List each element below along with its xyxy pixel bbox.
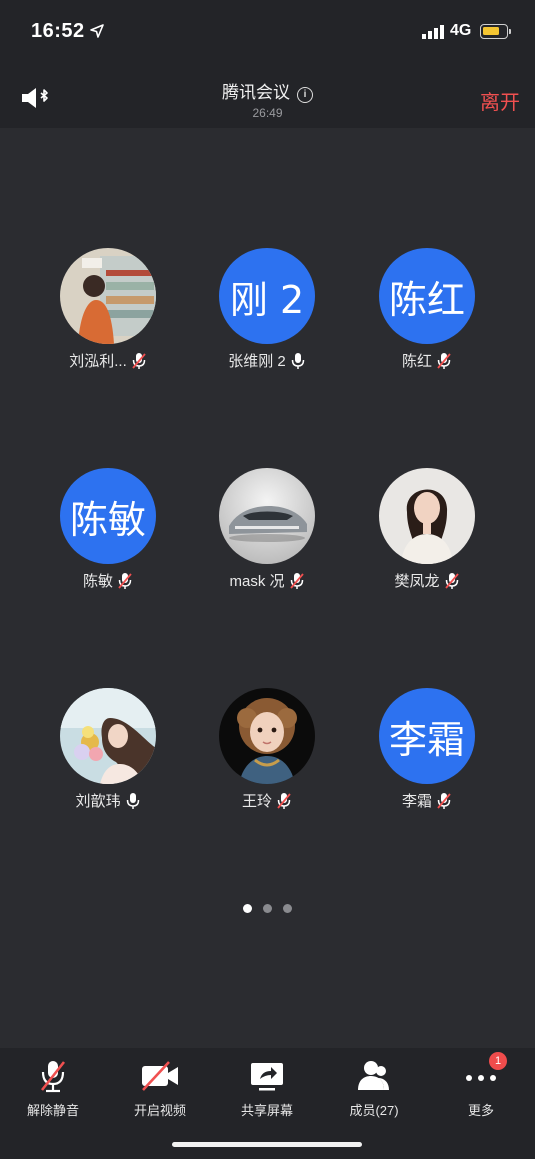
- participant-tile[interactable]: 陈红 陈红: [347, 248, 507, 371]
- avatar: [219, 468, 315, 564]
- start-video-label: 开启视频: [133, 1103, 186, 1118]
- share-screen-button[interactable]: 共享屏幕: [217, 1058, 317, 1119]
- participant-name: 陈敏: [82, 573, 113, 590]
- participant-name: 李霜: [401, 793, 432, 810]
- avatar: [60, 248, 156, 344]
- mic-muted-icon: [118, 572, 132, 589]
- participant-name: 张维刚 2: [228, 353, 286, 370]
- members-label: 成员(27): [349, 1103, 399, 1118]
- avatar: [60, 688, 156, 784]
- participant-tile[interactable]: 樊凤龙: [347, 468, 507, 591]
- mic-muted-icon: [437, 352, 451, 369]
- video-off-icon: [142, 1061, 178, 1091]
- more-button[interactable]: 1 更多: [431, 1052, 531, 1119]
- participant-tile[interactable]: 刚 2 张维刚 2: [187, 248, 347, 371]
- share-screen-icon: [251, 1063, 283, 1091]
- participant-name: 陈红: [401, 353, 432, 370]
- participant-tile[interactable]: 李霜 李霜: [347, 688, 507, 811]
- mic-icon: [291, 352, 304, 369]
- unmute-label: 解除静音: [26, 1103, 79, 1118]
- participant-name: 刘歆玮: [75, 793, 121, 810]
- avatar: 李霜: [379, 688, 475, 784]
- participant-tile[interactable]: 刘歆玮: [28, 688, 188, 811]
- start-video-button[interactable]: 开启视频: [110, 1058, 210, 1119]
- home-indicator[interactable]: [172, 1142, 362, 1147]
- meeting-title: 腾讯会议: [222, 83, 290, 102]
- participant-tile[interactable]: 王玲: [187, 688, 347, 811]
- participant-tile[interactable]: 陈敏 陈敏: [28, 468, 188, 591]
- avatar: 陈敏: [60, 468, 156, 564]
- participant-name: mask 况: [229, 573, 285, 590]
- page-dot-3[interactable]: [283, 904, 292, 913]
- page-indicator[interactable]: [0, 904, 535, 913]
- participant-name: 刘泓利...: [69, 353, 127, 370]
- mic-icon: [126, 792, 139, 809]
- mic-muted-icon: [277, 792, 291, 809]
- network-type: 4G: [450, 22, 472, 39]
- avatar: 刚 2: [219, 248, 315, 344]
- participant-name: 王玲: [241, 793, 272, 810]
- avatar: 陈红: [379, 248, 475, 344]
- signal-icon: [422, 25, 444, 39]
- share-screen-label: 共享屏幕: [240, 1103, 293, 1118]
- status-bar: 16:52 4G: [0, 0, 535, 64]
- participant-tile[interactable]: 刘泓利...: [28, 248, 188, 371]
- leave-button[interactable]: 离开: [480, 86, 520, 115]
- participant-tile[interactable]: mask 况: [187, 468, 347, 591]
- avatar: [379, 468, 475, 564]
- meeting-header: 腾讯会议 i 26:49 离开: [0, 64, 535, 128]
- battery-icon: [480, 24, 511, 39]
- notification-badge: 1: [489, 1052, 507, 1070]
- members-icon: [358, 1061, 389, 1090]
- mic-muted-icon: [437, 792, 451, 809]
- members-button[interactable]: 成员(27): [324, 1058, 424, 1119]
- participant-name: 樊凤龙: [394, 573, 440, 590]
- clock: 16:52: [31, 20, 85, 42]
- info-icon[interactable]: i: [297, 87, 313, 103]
- more-label: 更多: [467, 1103, 494, 1118]
- meeting-title-wrap[interactable]: 腾讯会议 i: [0, 78, 535, 103]
- unmute-button[interactable]: 解除静音: [3, 1058, 103, 1119]
- page-dot-2[interactable]: [263, 904, 272, 913]
- mic-muted-icon: [40, 1061, 66, 1093]
- meeting-duration: 26:49: [252, 106, 283, 120]
- avatar: [219, 688, 315, 784]
- location-arrow-icon: [90, 24, 104, 38]
- mic-muted-icon: [289, 572, 304, 589]
- mic-muted-icon: [444, 572, 459, 589]
- page-dot-1[interactable]: [243, 904, 252, 913]
- mic-muted-icon: [132, 352, 146, 369]
